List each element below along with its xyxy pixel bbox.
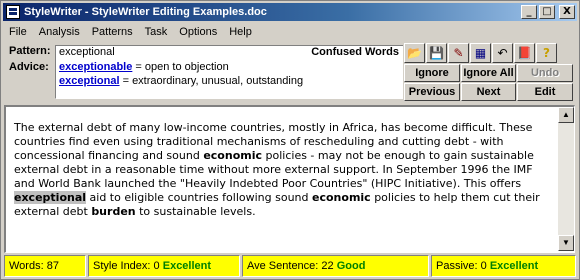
text-segment: to sustainable levels. [135,205,256,218]
pattern-value: exceptional [59,46,115,58]
app-icon[interactable] [6,5,20,19]
menu-options[interactable]: Options [173,26,223,38]
help-icon[interactable]: ? [536,43,557,63]
menu-bar: File Analysis Patterns Task Options Help [3,23,577,41]
passive-value: 0 [480,260,487,272]
advice-meaning: = extraordinary, unusual, outstanding [119,75,304,87]
previous-button[interactable]: Previous [404,83,460,101]
book-icon[interactable]: 📕 [514,43,535,63]
ave-sentence-label: Ave Sentence: [247,260,322,272]
window-controls: _ □ X [521,5,575,19]
edit-button[interactable]: Edit [517,83,573,101]
advice-link-exceptional[interactable]: exceptional [59,75,120,87]
menu-patterns[interactable]: Patterns [86,26,139,38]
advice-item: exceptional = extraordinary, unusual, ou… [59,74,400,88]
close-button[interactable]: X [559,5,575,19]
flagged-word: burden [91,205,136,218]
next-button[interactable]: Next [461,83,516,101]
menu-analysis[interactable]: Analysis [33,26,86,38]
flagged-word: economic [203,149,263,162]
scroll-down-icon[interactable]: ▼ [558,235,574,251]
advice-item: exceptionable = open to objection [59,60,400,74]
save-icon[interactable]: 💾 [426,43,447,63]
grid-icon[interactable]: ▦ [470,43,491,63]
maximize-button[interactable]: □ [539,5,555,19]
passive-label: Passive: [436,260,481,272]
ave-sentence-value: 22 [321,260,334,272]
status-passive: Passive: 0 Excellent [431,255,576,277]
advice-link-exceptionable[interactable]: exceptionable [59,61,132,73]
toolbar: 📂 💾 ✎ ▦ ↶ 📕 ? [404,43,578,63]
ignore-button[interactable]: Ignore [404,64,460,82]
scroll-up-icon[interactable]: ▲ [558,107,574,123]
pattern-panel: Pattern: exceptional Confused Words Advi… [5,43,403,101]
minimize-button[interactable]: _ [521,5,537,19]
passive-rating: Excellent [489,260,539,272]
ignore-all-button[interactable]: Ignore All [461,64,516,82]
stylewriter-window: StyleWriter - StyleWriter Editing Exampl… [0,0,580,280]
edit-icon[interactable]: ✎ [448,43,469,63]
flagged-word: economic [312,191,371,204]
style-index-value: 0 [153,260,160,272]
title-bar[interactable]: StyleWriter - StyleWriter Editing Exampl… [3,3,577,21]
status-ave-sentence: Ave Sentence: 22 Good [242,255,429,277]
open-folder-icon[interactable]: 📂 [404,43,425,63]
pattern-field: exceptional Confused Words [55,45,403,59]
advice-meaning: = open to objection [132,61,229,73]
pattern-label: Pattern: [9,45,51,57]
undo-icon[interactable]: ↶ [492,43,513,63]
advice-box: exceptionable = open to objection except… [55,59,403,99]
vertical-scrollbar[interactable]: ▲ ▼ [558,107,574,251]
document-text[interactable]: The external debt of many low-income cou… [14,121,550,219]
menu-help[interactable]: Help [223,26,258,38]
style-index-rating: Excellent [162,260,212,272]
window-title: StyleWriter - StyleWriter Editing Exampl… [24,6,267,18]
status-words: Words: 87 [4,255,86,277]
words-label: Words: [9,260,47,272]
pattern-category: Confused Words [311,46,399,58]
undo-button[interactable]: Undo [517,64,573,82]
document-area[interactable]: The external debt of many low-income cou… [4,105,575,253]
menu-file[interactable]: File [3,26,33,38]
highlighted-word: exceptional [14,191,87,204]
status-bar: Words: 87 Style Index: 0 Excellent Ave S… [4,255,578,277]
style-index-label: Style Index: [93,260,154,272]
menu-task[interactable]: Task [139,26,174,38]
text-segment: aid to eligible countries following soun… [86,191,313,204]
words-count: 87 [46,260,59,272]
ave-sentence-rating: Good [336,260,366,272]
status-style-index: Style Index: 0 Excellent [88,255,240,277]
advice-label: Advice: [9,61,49,73]
